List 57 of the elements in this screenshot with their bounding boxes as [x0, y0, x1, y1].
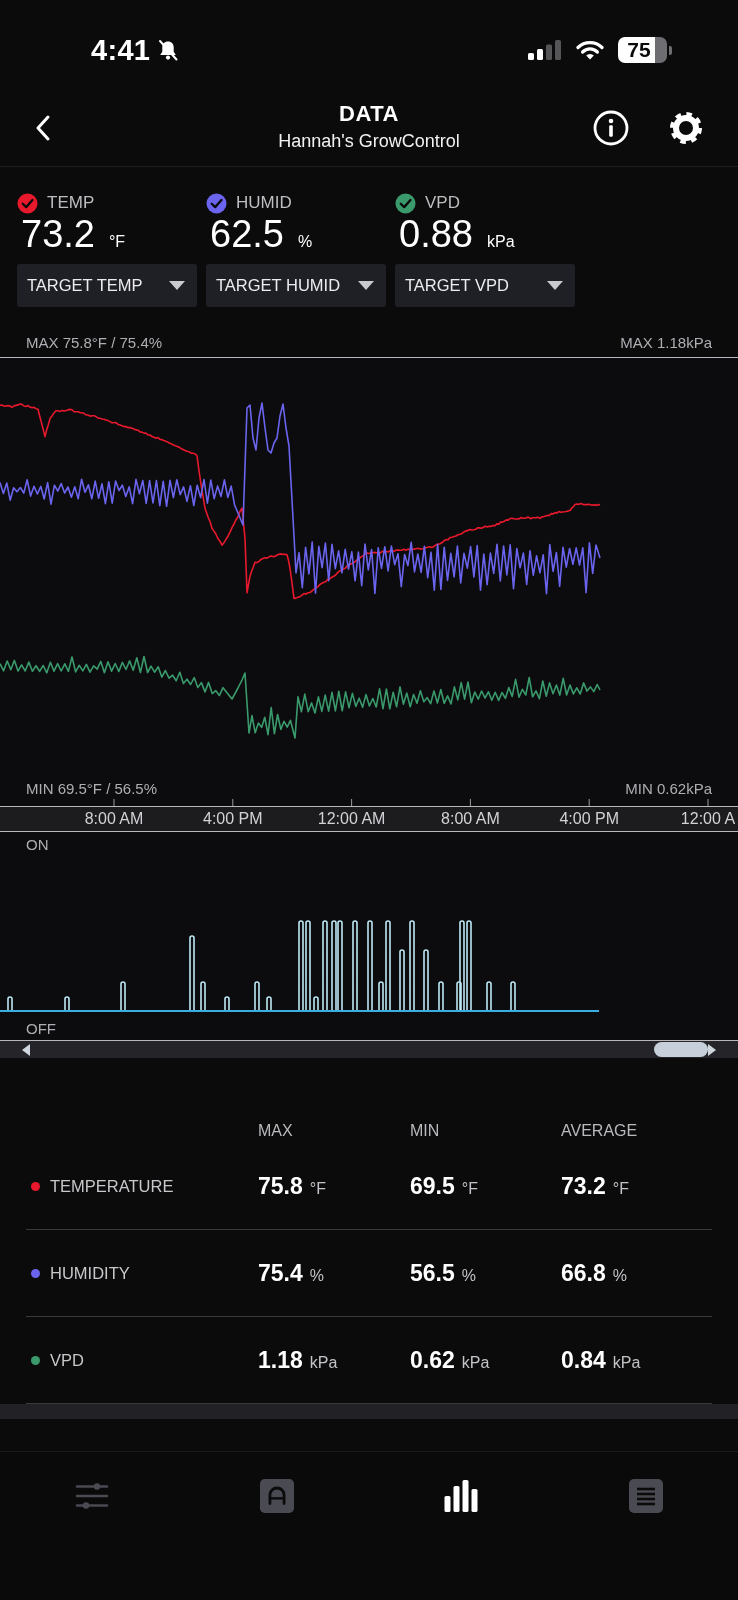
wifi-icon: [576, 40, 604, 60]
target-dropdown[interactable]: TARGET HUMID: [206, 264, 386, 307]
max-label: MAX 1.18kPa: [620, 334, 712, 352]
metric-name: VPD: [50, 1350, 84, 1370]
caret-icon: [547, 281, 563, 290]
time-label: 4:00 PM: [559, 810, 619, 828]
reading-label: TEMP: [47, 193, 95, 213]
metric-name: HUMIDITY: [50, 1263, 130, 1283]
time-label: 8:00 AM: [84, 810, 144, 828]
min-label: MIN 0.62kPa: [625, 780, 712, 798]
settings-icon[interactable]: [669, 111, 703, 145]
time-label: 12:00 A: [680, 810, 736, 828]
check-circle-icon[interactable]: [395, 192, 416, 214]
scrollbar-thumb[interactable]: [654, 1042, 708, 1057]
bell-slash-icon: [156, 38, 181, 62]
scroll-left-icon[interactable]: [22, 1043, 30, 1056]
back-icon[interactable]: [35, 114, 51, 142]
time-label: 12:00 AM: [317, 810, 386, 828]
min-label: MIN 69.5°F / 56.5%: [26, 780, 158, 798]
max-label: MAX 75.8°F / 75.4%: [26, 334, 163, 352]
stat-cell-text: 75.8 °F: [258, 1172, 327, 1200]
stat-cell-text: 66.8 %: [561, 1259, 628, 1287]
metric-name: TEMPERATURE: [50, 1176, 174, 1196]
stat-cell-text: 69.5 °F: [410, 1172, 479, 1200]
bar-chart-icon[interactable]: [444, 1479, 479, 1513]
target-dropdown[interactable]: TARGET VPD: [395, 264, 575, 307]
stat-cell-text: 56.5 %: [410, 1259, 477, 1287]
info-icon[interactable]: [593, 110, 629, 146]
stat-cell-text: 75.4 %: [258, 1259, 325, 1287]
target-dropdown[interactable]: TARGET TEMP: [17, 264, 197, 307]
column-header: AVERAGE: [561, 1122, 639, 1140]
column-header: MIN: [410, 1122, 441, 1140]
reading-value: 62.5 %: [209, 214, 314, 254]
reading-label: HUMID: [236, 193, 292, 213]
on-label: ON: [26, 836, 49, 854]
stat-cell-text: 0.84 kPa: [561, 1346, 642, 1374]
reading-value: 73.2 °F: [20, 214, 127, 254]
stat-cell-text: 1.18 kPa: [258, 1346, 339, 1374]
reading-value: 0.88 kPa: [398, 214, 516, 254]
signal-icon: [528, 40, 562, 60]
check-circle-icon[interactable]: [17, 192, 38, 214]
off-label: OFF: [26, 1020, 56, 1038]
arch-tile-icon[interactable]: [259, 1479, 294, 1513]
screen-title: DATA: [339, 101, 399, 127]
time-label: 4:00 PM: [203, 810, 263, 828]
scrollbar-track[interactable]: [0, 1041, 738, 1058]
time-label: 8:00 AM: [441, 810, 500, 828]
caret-icon: [358, 281, 374, 290]
reading-label: VPD: [425, 193, 460, 213]
stat-cell-text: 0.62 kPa: [410, 1346, 491, 1374]
battery-indicator: 75: [618, 37, 672, 63]
column-header: MAX: [258, 1122, 294, 1140]
status-time: 4:41: [91, 33, 151, 67]
stat-cell-text: 73.2 °F: [561, 1172, 630, 1200]
device-name: Hannah's GrowControl: [278, 131, 460, 152]
caret-icon: [169, 281, 185, 290]
check-circle-icon[interactable]: [206, 192, 227, 214]
